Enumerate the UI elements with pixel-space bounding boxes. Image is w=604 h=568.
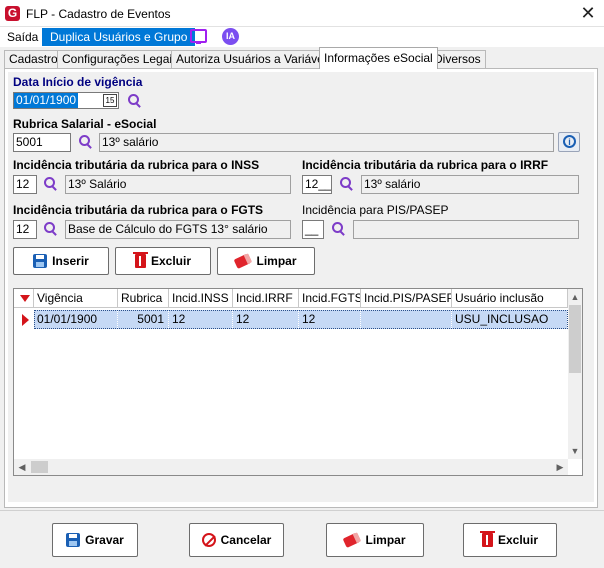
footer-excluir-button[interactable]: Excluir xyxy=(463,523,557,557)
excluir-button[interactable]: Excluir xyxy=(115,247,211,275)
grid-header-rubrica[interactable]: Rubrica xyxy=(118,289,169,308)
horizontal-scrollbar[interactable] xyxy=(14,459,568,475)
app-logo-icon: G xyxy=(5,6,20,21)
excluir-label: Excluir xyxy=(150,254,192,268)
rubrica-code-input[interactable]: 5001 xyxy=(13,133,71,152)
scroll-right-icon[interactable]: ▶ xyxy=(553,460,567,474)
row-indicator-icon xyxy=(22,314,29,326)
cancel-icon xyxy=(201,533,216,547)
cell-usuario-inclusao[interactable]: USU_INCLUSAO xyxy=(452,311,568,328)
cell-vigencia[interactable]: 01/01/1900 xyxy=(34,311,118,328)
search-icon[interactable] xyxy=(340,177,354,191)
eraser-icon xyxy=(343,532,362,548)
menu-duplica-usuarios[interactable]: Duplica Usuários e Grupo xyxy=(42,28,196,46)
gravar-label: Gravar xyxy=(85,533,124,547)
inserir-button[interactable]: Inserir xyxy=(13,247,109,275)
irrf-desc-field: 13º salário xyxy=(361,175,579,194)
cell-incid-inss[interactable]: 12 xyxy=(169,311,233,328)
rubrica-label: Rubrica Salarial - eSocial xyxy=(13,117,157,131)
pis-label: Incidência para PIS/PASEP xyxy=(302,203,449,217)
fgts-desc-field: Base de Cálculo do FGTS 13° salário xyxy=(65,220,291,239)
cell-incid-irrf[interactable]: 12 xyxy=(233,311,299,328)
inss-label: Incidência tributária da rubrica para o … xyxy=(13,158,260,172)
ia-icon[interactable]: IA xyxy=(222,28,239,45)
cancelar-button[interactable]: Cancelar xyxy=(189,523,284,557)
search-icon[interactable] xyxy=(332,222,346,236)
cell-incid-pis[interactable] xyxy=(361,311,452,328)
trash-icon xyxy=(132,252,148,268)
inss-desc-field: 13º Salário xyxy=(65,175,291,194)
inserir-label: Inserir xyxy=(52,254,89,268)
footer-excluir-label: Excluir xyxy=(497,533,539,547)
search-icon[interactable] xyxy=(44,177,58,191)
sort-down-icon xyxy=(20,295,30,302)
tab-autoriza-usuarios[interactable]: Autoriza Usuários a Variáveis xyxy=(171,50,338,68)
limpar-label: Limpar xyxy=(256,254,297,268)
limpar-button[interactable]: Limpar xyxy=(217,247,315,275)
inss-code-input[interactable]: 12 xyxy=(13,175,37,194)
vertical-scroll-thumb[interactable] xyxy=(569,305,581,373)
menu-saida[interactable]: Saída xyxy=(2,28,43,46)
search-icon[interactable] xyxy=(79,135,93,149)
scroll-left-icon[interactable]: ◀ xyxy=(15,460,29,474)
pis-desc-field xyxy=(353,220,579,239)
save-icon xyxy=(33,254,48,268)
close-icon[interactable]: ✕ xyxy=(578,2,598,24)
gravar-button[interactable]: Gravar xyxy=(52,523,138,557)
grid-header-incid-fgts[interactable]: Incid.FGTS xyxy=(299,289,361,308)
footer-limpar-label: Limpar xyxy=(365,533,406,547)
search-icon[interactable] xyxy=(44,222,58,236)
grid-header-incid-irrf[interactable]: Incid.IRRF xyxy=(233,289,299,308)
cell-rubrica[interactable]: 5001 xyxy=(118,311,169,328)
horizontal-scroll-thumb[interactable] xyxy=(31,461,48,473)
cell-incid-fgts[interactable]: 12 xyxy=(299,311,361,328)
irrf-code-input[interactable]: 12__ xyxy=(302,175,332,194)
rubrica-desc-field: 13º salário xyxy=(99,133,554,152)
trash-icon xyxy=(479,531,495,547)
pis-code-input[interactable]: __ xyxy=(302,220,324,239)
eraser-icon xyxy=(234,253,253,269)
data-inicio-value[interactable]: 01/01/1900 xyxy=(14,93,79,108)
grid-header-incid-pis[interactable]: Incid.PIS/PASEP xyxy=(361,289,452,308)
fgts-label: Incidência tributária da rubrica para o … xyxy=(13,203,264,217)
footer-limpar-button[interactable]: Limpar xyxy=(326,523,424,557)
calendar-icon[interactable]: 15 xyxy=(103,94,117,107)
data-inicio-label: Data Início de vigência xyxy=(13,75,143,89)
window-title: FLP - Cadastro de Eventos xyxy=(26,7,171,21)
fgts-code-input[interactable]: 12 xyxy=(13,220,37,239)
irrf-label: Incidência tributária da rubrica para o … xyxy=(302,158,549,172)
tab-informacoes-esocial[interactable]: Informações eSocial xyxy=(319,47,438,69)
tab-cadastro[interactable]: Cadastro xyxy=(4,50,63,68)
scroll-down-icon[interactable]: ▼ xyxy=(568,444,582,458)
tab-configuracoes-legais[interactable]: Configurações Legais xyxy=(57,50,184,68)
screen-icon[interactable] xyxy=(190,29,207,44)
info-icon[interactable]: i xyxy=(558,132,580,152)
grid-header-incid-inss[interactable]: Incid.INSS xyxy=(169,289,233,308)
grid-header-usuario-inclusao[interactable]: Usuário inclusão xyxy=(452,289,568,308)
cancelar-label: Cancelar xyxy=(220,533,272,547)
search-icon[interactable] xyxy=(128,94,142,108)
save-icon xyxy=(66,533,81,547)
grid-header-vigencia[interactable]: Vigência xyxy=(34,289,118,308)
scroll-up-icon[interactable]: ▲ xyxy=(568,290,582,304)
